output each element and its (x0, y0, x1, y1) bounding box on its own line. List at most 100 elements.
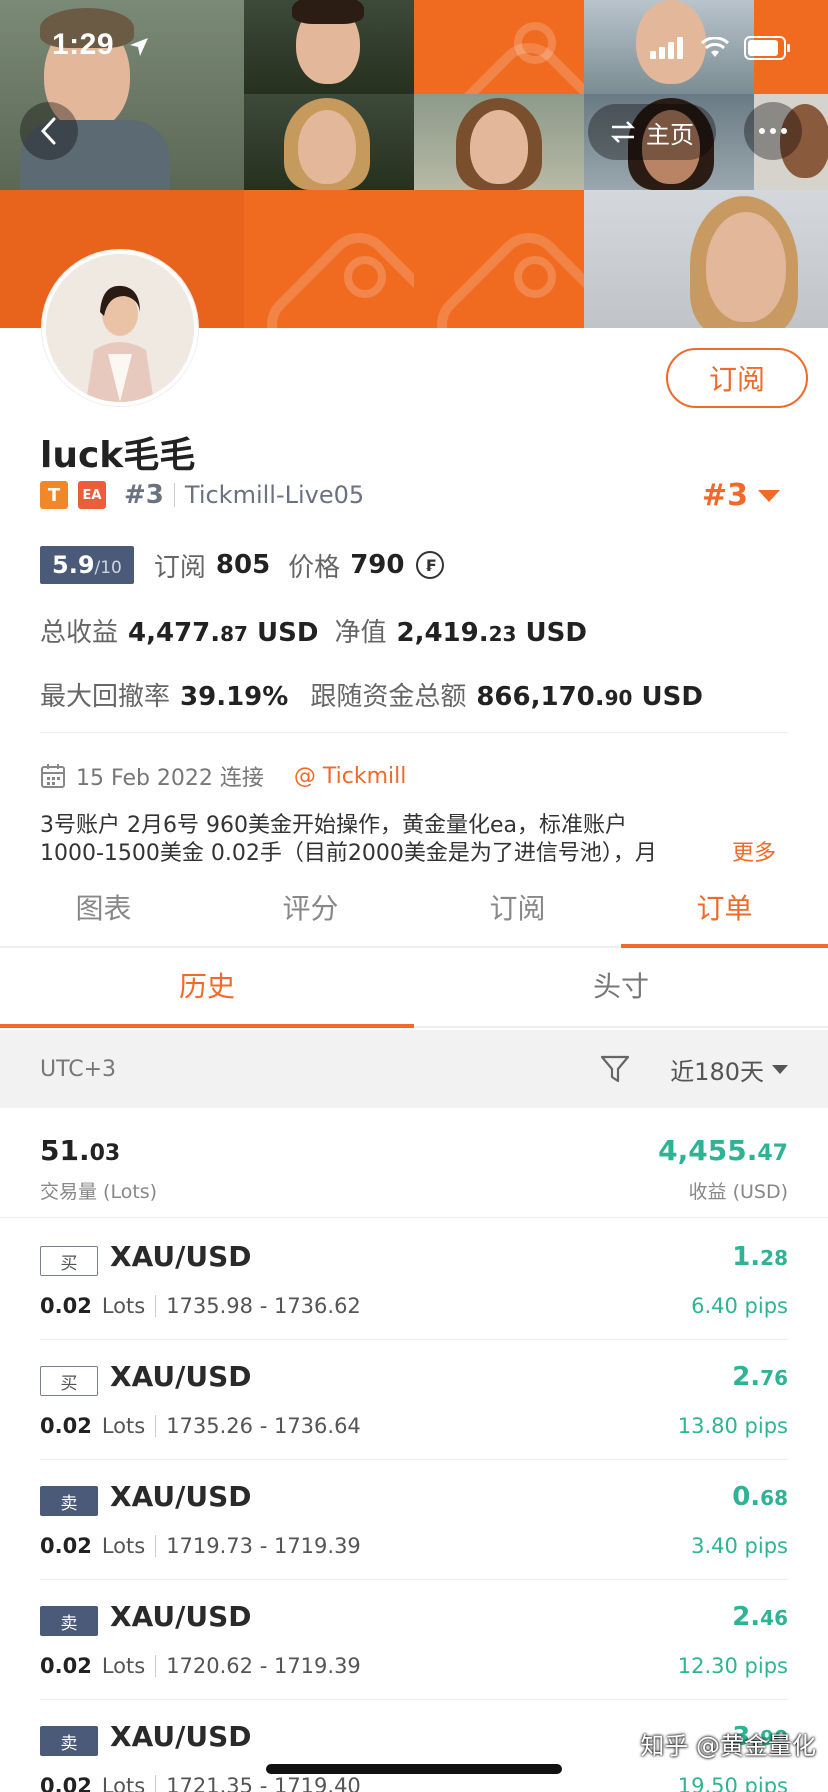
score-badge: 5.9 /10 (40, 546, 134, 584)
follow-funds-dec: 90 (604, 686, 633, 710)
tab-rating[interactable]: 评分 (207, 876, 414, 946)
swap-icon (610, 121, 636, 143)
volume-int: 51. (40, 1134, 90, 1167)
side-badge: 买 (40, 1366, 98, 1396)
separator (155, 1415, 157, 1437)
order-pips: 13.80 pips (677, 1414, 788, 1438)
order-symbol: XAU/USD (110, 1360, 252, 1393)
more-link[interactable]: 更多 (732, 840, 776, 868)
order-pips: 19.50 pips (677, 1774, 788, 1792)
order-symbol: XAU/USD (110, 1600, 252, 1633)
home-indicator[interactable] (266, 1764, 562, 1774)
back-button[interactable] (20, 102, 78, 160)
timezone-label: UTC+3 (40, 1056, 117, 1082)
volume-dec: 03 (89, 1141, 121, 1166)
drawdown-value: 39.19% (180, 682, 289, 712)
banner-photo (244, 94, 414, 190)
rank-value: #3 (701, 478, 748, 513)
more-dot (759, 128, 765, 134)
order-row[interactable]: 卖 XAU/USD 0.02 Lots 1720.62 - 1719.39 2.46… (40, 1580, 788, 1700)
side-badge: 卖 (40, 1606, 98, 1636)
more-dot (781, 128, 787, 134)
score-max: /10 (94, 558, 122, 578)
battery-icon (744, 36, 790, 60)
subscribe-button[interactable]: 订阅 (666, 348, 808, 408)
tab-orders[interactable]: 订单 (621, 876, 828, 948)
order-lots: 0.02 (40, 1294, 92, 1318)
gain-row: 总收益 4,477.87 USD 净值 2,419.23 USD (40, 612, 587, 649)
tag-ea-badge: EA (78, 481, 106, 509)
tab-history[interactable]: 历史 (0, 952, 414, 1028)
more-button[interactable] (744, 102, 802, 160)
profit-value: 4,455.47 (658, 1134, 788, 1167)
tab-subscribe[interactable]: 订阅 (414, 876, 621, 946)
order-row[interactable]: 卖 XAU/USD 0.02 Lots 1719.73 - 1719.39 0.68… (40, 1460, 788, 1580)
tab-positions[interactable]: 头寸 (414, 952, 828, 1026)
profit-dec: 28 (760, 1246, 788, 1270)
order-pips: 6.40 pips (691, 1294, 788, 1318)
lots-unit: Lots (101, 1414, 146, 1438)
follow-funds-unit: USD (641, 682, 703, 712)
equity-unit: USD (525, 618, 587, 648)
order-price-range: 1720.62 - 1719.39 (166, 1654, 361, 1678)
equity-label: 净值 (334, 618, 387, 648)
separator (155, 1535, 157, 1557)
price-label: 价格 (288, 552, 341, 583)
tab-chart[interactable]: 图表 (0, 876, 207, 946)
filter-bar: UTC+3 近180天 (0, 1030, 828, 1108)
switch-home-button[interactable]: 主页 (588, 104, 716, 160)
lots-unit: Lots (101, 1294, 146, 1318)
profit-dec: 46 (760, 1606, 788, 1630)
order-price-range: 1735.98 - 1736.62 (166, 1294, 361, 1318)
total-gain-dec: 87 (220, 622, 248, 646)
equity-int: 2,419. (396, 618, 489, 648)
trader-tags: T EA #3 Tickmill-Live05 (40, 480, 364, 510)
separator (173, 483, 175, 507)
coin-icon: ₣ (416, 551, 445, 579)
status-time: 1:29 (52, 28, 115, 61)
order-pips: 12.30 pips (677, 1654, 788, 1678)
side-badge: 卖 (40, 1726, 98, 1756)
order-price-range: 1721.35 - 1719.40 (166, 1774, 361, 1792)
order-lots: 0.02 (40, 1654, 92, 1678)
caret-down-icon (772, 1064, 788, 1074)
equity-value: 2,419.23 USD (396, 618, 586, 648)
description-text: 1000-1500美金 0.02手（目前2000美金是为了进信号池），月 (40, 841, 657, 866)
order-price-range: 1719.73 - 1719.39 (166, 1534, 361, 1558)
score-row: 5.9 /10 订阅 805 价格 790 ₣ (40, 546, 445, 584)
profit-dec: 68 (760, 1486, 788, 1510)
profit-int: 1. (732, 1242, 761, 1272)
order-profit: 1.28 (732, 1242, 788, 1272)
profit-int: 2. (732, 1602, 761, 1632)
profit-summary: 4,455.47 收益 (USD) (658, 1134, 788, 1204)
order-price-range: 1735.26 - 1736.64 (166, 1414, 361, 1438)
connect-date: 15 Feb 2022 连接 (76, 766, 264, 791)
profit-dec: 76 (760, 1366, 788, 1390)
order-row[interactable]: 买 XAU/USD 0.02 Lots 1735.98 - 1736.62 1.28… (40, 1220, 788, 1340)
broker-link[interactable]: @ Tickmill (294, 764, 406, 789)
filter-icon[interactable] (600, 1054, 630, 1084)
side-badge: 买 (40, 1246, 98, 1276)
order-row[interactable]: 买 XAU/USD 0.02 Lots 1735.26 - 1736.64 2.76… (40, 1340, 788, 1460)
home-label: 主页 (646, 120, 694, 149)
banner-photo (414, 94, 584, 190)
avatar[interactable] (42, 250, 198, 406)
volume-summary: 51.03 交易量 (Lots) (40, 1134, 157, 1204)
total-gain-unit: USD (257, 618, 319, 648)
order-profit: 0.68 (732, 1482, 788, 1512)
total-gain-int: 4,477. (128, 618, 221, 648)
rank-dropdown[interactable]: #3 (702, 478, 780, 513)
separator (155, 1775, 157, 1792)
volume-value: 51.03 (40, 1134, 157, 1167)
chevron-left-icon (40, 117, 56, 145)
broker-account: Tickmill-Live05 (184, 481, 365, 509)
order-profit: 2.46 (732, 1602, 788, 1632)
order-symbol: XAU/USD (110, 1720, 252, 1753)
range-dropdown[interactable]: 近180天 (670, 1052, 788, 1087)
signal-icon (650, 37, 683, 59)
description-line-2: 1000-1500美金 0.02手（目前2000美金是为了进信号池），月 更多 (40, 840, 790, 868)
side-badge: 卖 (40, 1486, 98, 1516)
order-symbol: XAU/USD (110, 1480, 252, 1513)
profit-label: 收益 (USD) (688, 1181, 788, 1203)
subscribe-count-label: 订阅 (153, 552, 206, 583)
